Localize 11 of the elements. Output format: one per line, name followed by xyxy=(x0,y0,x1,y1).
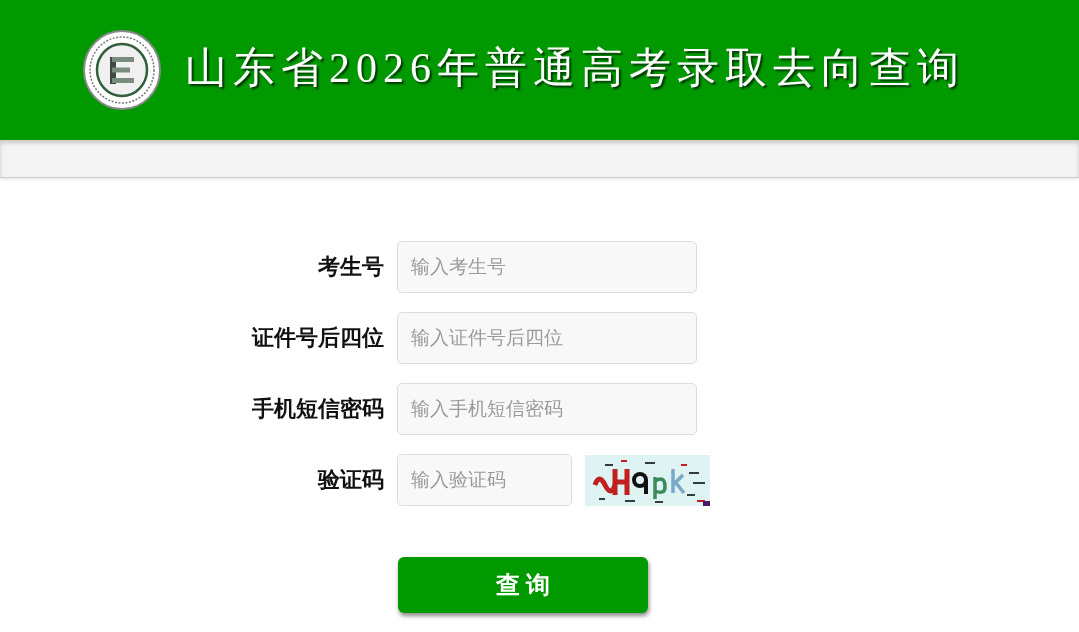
query-button[interactable]: 查 询 xyxy=(398,557,648,613)
field-label: 证件号后四位 xyxy=(252,324,384,352)
input-field[interactable]: 输入证件号后四位 xyxy=(397,312,697,364)
field-label: 考生号 xyxy=(318,253,384,281)
field-label: 手机短信密码 xyxy=(252,395,384,423)
page-title: 山东省2026年普通高考录取去向查询 xyxy=(185,44,965,93)
input-field[interactable]: 输入手机短信密码 xyxy=(397,383,697,435)
captcha-input[interactable]: 输入验证码 xyxy=(397,454,572,506)
input-field[interactable]: 输入考生号 xyxy=(397,241,697,293)
captcha-image[interactable] xyxy=(585,454,710,506)
field-label: 验证码 xyxy=(318,466,384,494)
